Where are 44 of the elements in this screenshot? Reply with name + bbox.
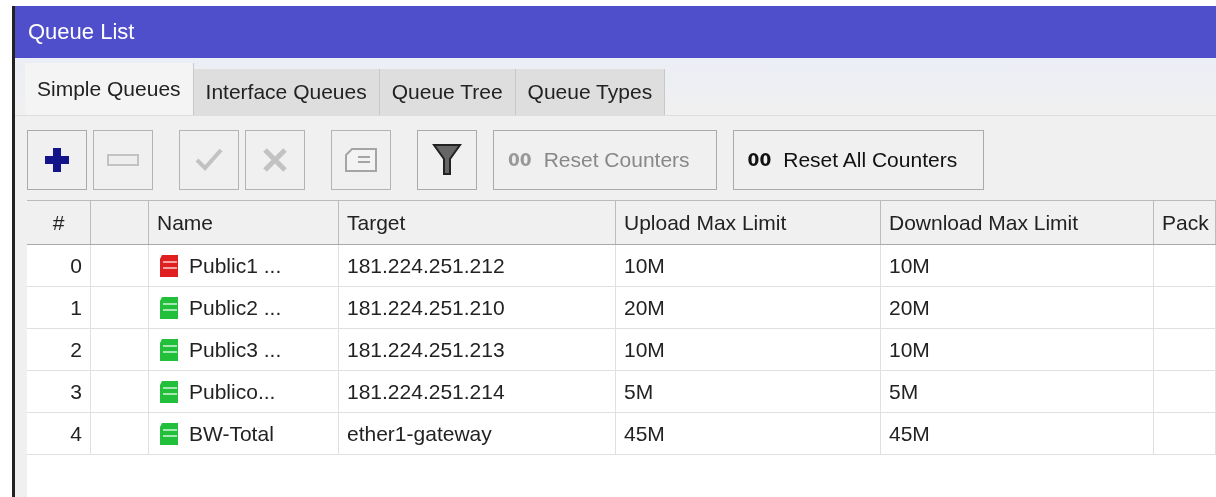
note-icon bbox=[344, 147, 378, 173]
add-button[interactable] bbox=[27, 130, 87, 190]
column-header[interactable]: Target bbox=[339, 201, 616, 244]
table-cell: 2 bbox=[27, 329, 91, 370]
tab[interactable]: Queue Tree bbox=[379, 69, 516, 115]
table-cell: 3 bbox=[27, 371, 91, 412]
filter-icon bbox=[432, 143, 462, 177]
cross-icon bbox=[261, 146, 289, 174]
table-cell: 181.224.251.214 bbox=[339, 371, 616, 412]
table-cell: 20M bbox=[881, 287, 1154, 328]
table-cell: 181.224.251.213 bbox=[339, 329, 616, 370]
table-cell: 0 bbox=[27, 245, 91, 286]
tab[interactable]: Simple Queues bbox=[25, 63, 194, 115]
table-cell: 1 bbox=[27, 287, 91, 328]
table-cell: 181.224.251.210 bbox=[339, 287, 616, 328]
table-cell: BW-Total bbox=[189, 421, 274, 446]
plus-icon bbox=[43, 146, 71, 174]
table-cell: 45M bbox=[881, 413, 1154, 454]
table-cell: Publico... bbox=[189, 379, 276, 404]
column-header[interactable]: Download Max Limit bbox=[881, 201, 1154, 244]
table-cell: Public2 ... bbox=[189, 295, 282, 320]
table-cell: 45M bbox=[616, 413, 881, 454]
window-title: Queue List bbox=[15, 6, 1216, 58]
table-cell: 10M bbox=[881, 245, 1154, 286]
column-header[interactable]: Name bbox=[149, 201, 339, 244]
table-cell: Public3 ... bbox=[189, 337, 282, 362]
column-header[interactable]: # bbox=[27, 201, 91, 244]
table-cell: Public1 ... bbox=[189, 253, 282, 278]
table-cell: 5M bbox=[616, 371, 881, 412]
table-cell: 10M bbox=[616, 329, 881, 370]
minus-icon bbox=[107, 154, 139, 166]
filter-button[interactable] bbox=[417, 130, 477, 190]
table-cell: 5M bbox=[881, 371, 1154, 412]
table-cell: 20M bbox=[616, 287, 881, 328]
tab[interactable]: Queue Types bbox=[515, 69, 666, 115]
column-header[interactable]: Pack bbox=[1154, 201, 1216, 244]
reset-counters-button[interactable]: 00 Reset All Counters bbox=[732, 130, 985, 190]
tab[interactable]: Interface Queues bbox=[193, 69, 380, 115]
table-cell: 10M bbox=[616, 245, 881, 286]
table-cell: 10M bbox=[881, 329, 1154, 370]
column-header[interactable]: Upload Max Limit bbox=[616, 201, 881, 244]
table-cell: 181.224.251.212 bbox=[339, 245, 616, 286]
table-cell: ether1-gateway bbox=[339, 413, 616, 454]
table-cell: 4 bbox=[27, 413, 91, 454]
